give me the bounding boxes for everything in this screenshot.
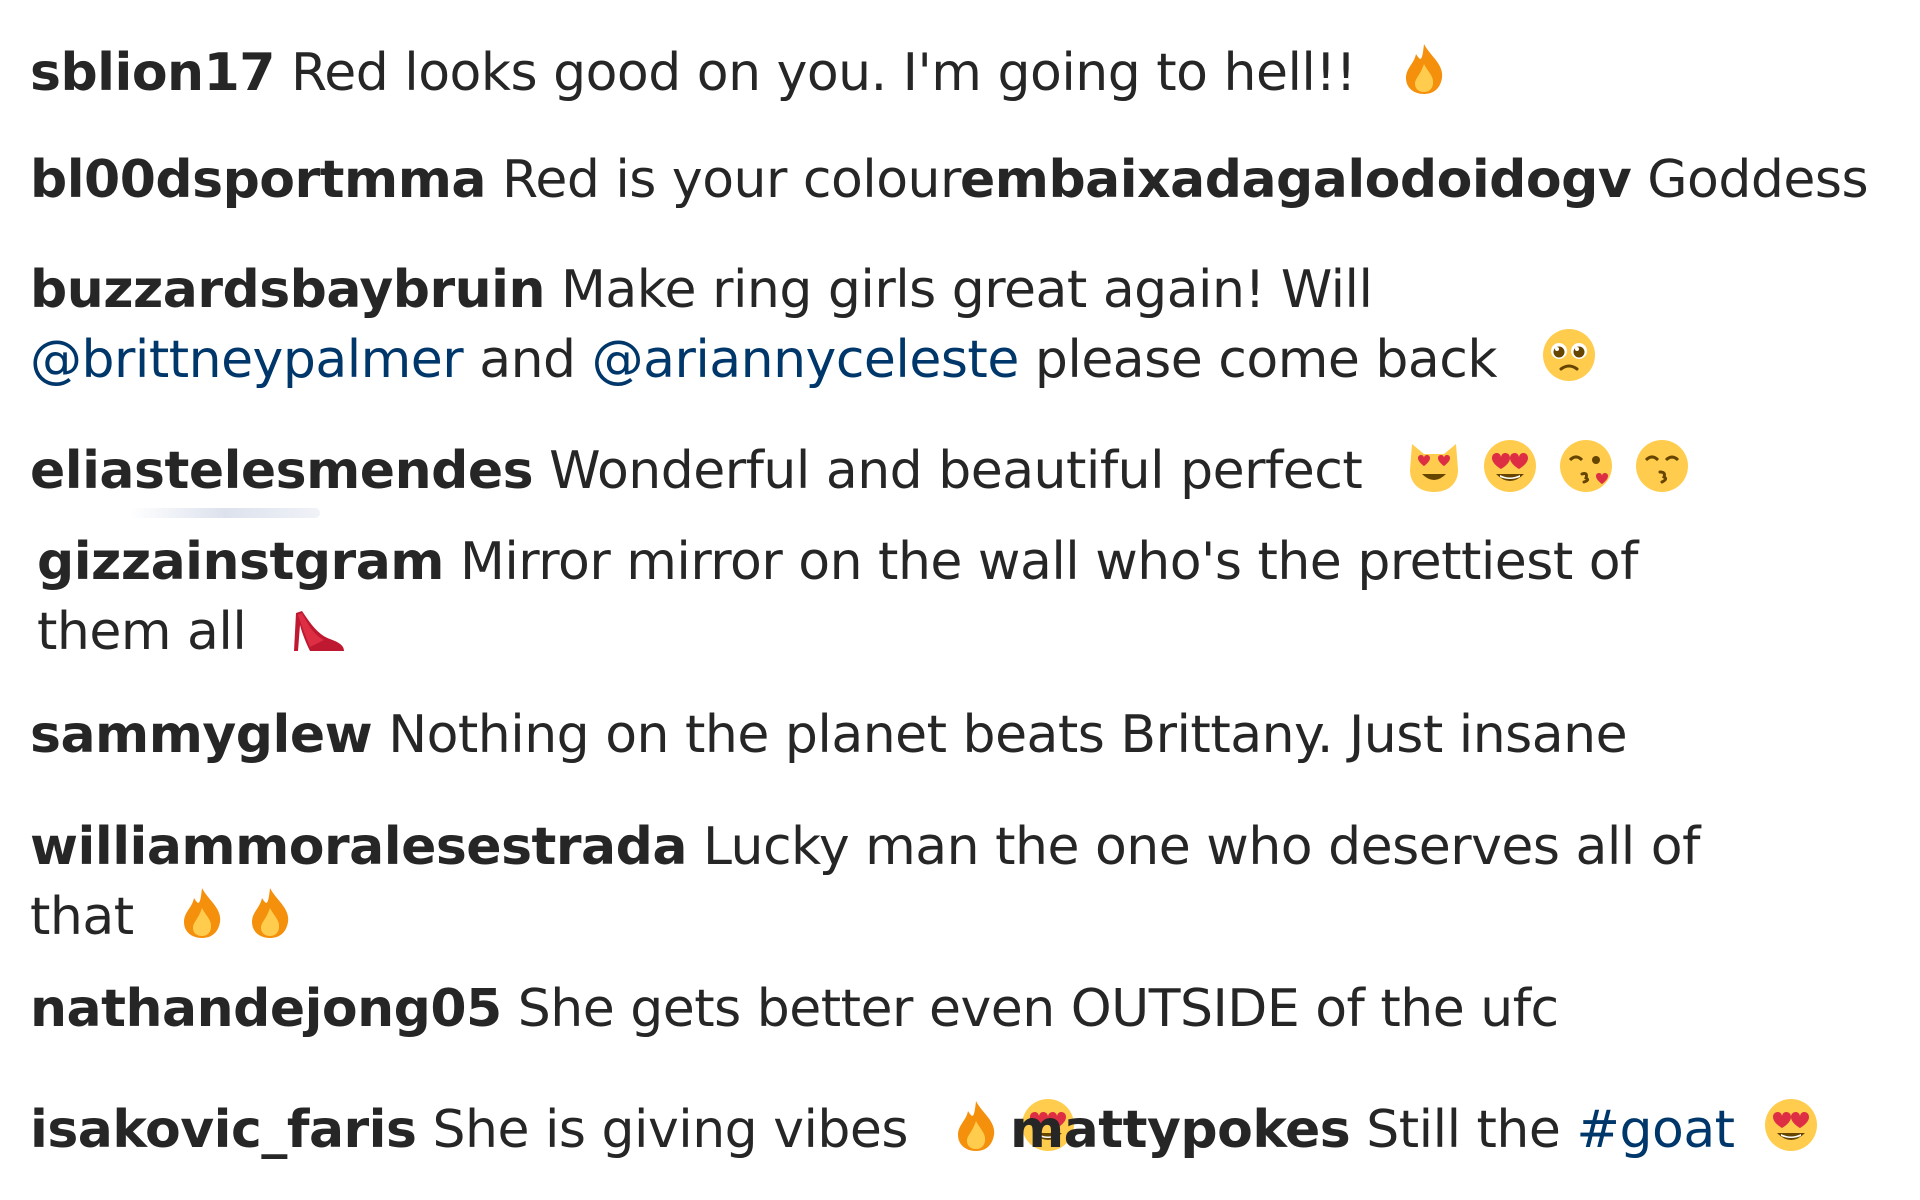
comment-text: Nothing on the planet beats Brittany. Ju… <box>372 705 1628 765</box>
comment-item: buzzardsbaybruin Make ring girls great a… <box>30 255 1597 395</box>
comments-list: sblion17 Red looks good on you. I'm goin… <box>0 0 1920 1200</box>
comment-username[interactable]: sblion17 <box>30 43 275 103</box>
comment-item: bl00dsportmma Red is your colour <box>30 145 961 215</box>
comment-text-continued: them all <box>37 602 263 662</box>
comment-text: She is giving vibes <box>416 1100 925 1160</box>
comment-text: Goddess <box>1631 150 1869 210</box>
comment-username[interactable]: nathandejong05 <box>30 979 502 1039</box>
comment-text-joiner: and <box>463 330 592 390</box>
comment-text: Red is your colour <box>486 150 961 210</box>
comment-text-line2: @brittneypalmer and @ariannyceleste plea… <box>30 325 1597 395</box>
pleading-face-icon <box>1541 327 1597 383</box>
fire-icon <box>1400 42 1448 96</box>
hashtag-link[interactable]: #goat <box>1576 1100 1735 1160</box>
comment-text-line2: that <box>30 882 1700 952</box>
fire-icon <box>952 1099 1000 1153</box>
comment-username[interactable]: isakovic_faris <box>30 1100 417 1160</box>
comment-item: gizzainstgram Mirror mirror on the wall … <box>37 527 1638 667</box>
comment-text: Make ring girls great again! Will <box>545 260 1373 320</box>
comment-text: Wonderful and beautiful perfect <box>533 441 1379 501</box>
heart-eyes-face-icon <box>1482 438 1538 494</box>
comment-item: sammyglew Nothing on the planet beats Br… <box>30 700 1628 770</box>
comment-username[interactable]: eliastelesmendes <box>30 441 534 501</box>
kissing-heart-face-icon <box>1558 438 1614 494</box>
screenshot-artifact <box>130 508 320 518</box>
comment-text-continued: that <box>30 887 150 947</box>
comment-username[interactable]: buzzardsbaybruin <box>30 260 546 320</box>
comment-item: williammoralesestrada Lucky man the one … <box>30 812 1700 952</box>
comment-item: isakovic_faris She is giving vibes <box>30 1095 1076 1165</box>
heart-eyes-cat-icon <box>1406 440 1462 494</box>
comment-item: eliastelesmendes Wonderful and beautiful… <box>30 436 1690 506</box>
comment-text: Red looks good on you. I'm going to hell… <box>274 43 1373 103</box>
comment-item: mattypokes Still the #goat <box>1010 1095 1819 1165</box>
kissing-smiling-eyes-icon <box>1634 438 1690 494</box>
fire-icon <box>178 886 226 940</box>
comment-username[interactable]: mattypokes <box>1010 1100 1351 1160</box>
heart-eyes-face-icon <box>1763 1097 1819 1153</box>
comment-username[interactable]: sammyglew <box>30 705 373 765</box>
comment-item: sblion17 Red looks good on you. I'm goin… <box>30 38 1448 108</box>
comment-item: nathandejong05 She gets better even OUTS… <box>30 974 1559 1044</box>
mention-link[interactable]: @brittneypalmer <box>30 330 464 390</box>
high-heel-shoe-icon <box>290 607 346 655</box>
fire-icon <box>246 886 294 940</box>
comment-text: Still the <box>1350 1100 1577 1160</box>
comment-text-line2: them all <box>37 597 1638 667</box>
comment-username[interactable]: williammoralesestrada <box>30 817 687 877</box>
comment-item: embaixadagalodoidogv Goddess <box>960 145 1869 215</box>
comment-text: Mirror mirror on the wall who's the pret… <box>443 532 1638 592</box>
comment-text: Lucky man the one who deserves all of <box>686 817 1700 877</box>
comment-username[interactable]: embaixadagalodoidogv <box>960 150 1632 210</box>
comment-text-end: please come back <box>1018 330 1513 390</box>
comment-username[interactable]: gizzainstgram <box>37 532 444 592</box>
comment-text: She gets better even OUTSIDE of the ufc <box>501 979 1559 1039</box>
comment-username[interactable]: bl00dsportmma <box>30 150 487 210</box>
mention-link[interactable]: @ariannyceleste <box>592 330 1020 390</box>
